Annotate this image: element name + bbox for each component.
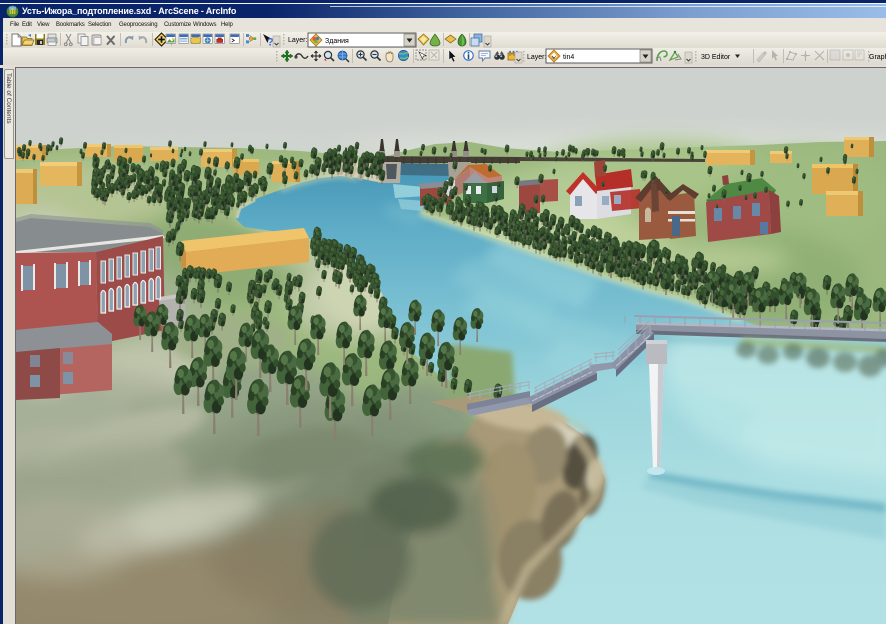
svg-text:tin4: tin4	[563, 54, 574, 61]
svg-text:3D Editor: 3D Editor	[701, 54, 731, 61]
svg-text:Graphics: Graphics	[869, 54, 886, 61]
svg-text:Layer:: Layer:	[288, 37, 308, 44]
svg-text:Layer:: Layer:	[527, 54, 547, 61]
svg-text:Здания: Здания	[325, 38, 349, 45]
